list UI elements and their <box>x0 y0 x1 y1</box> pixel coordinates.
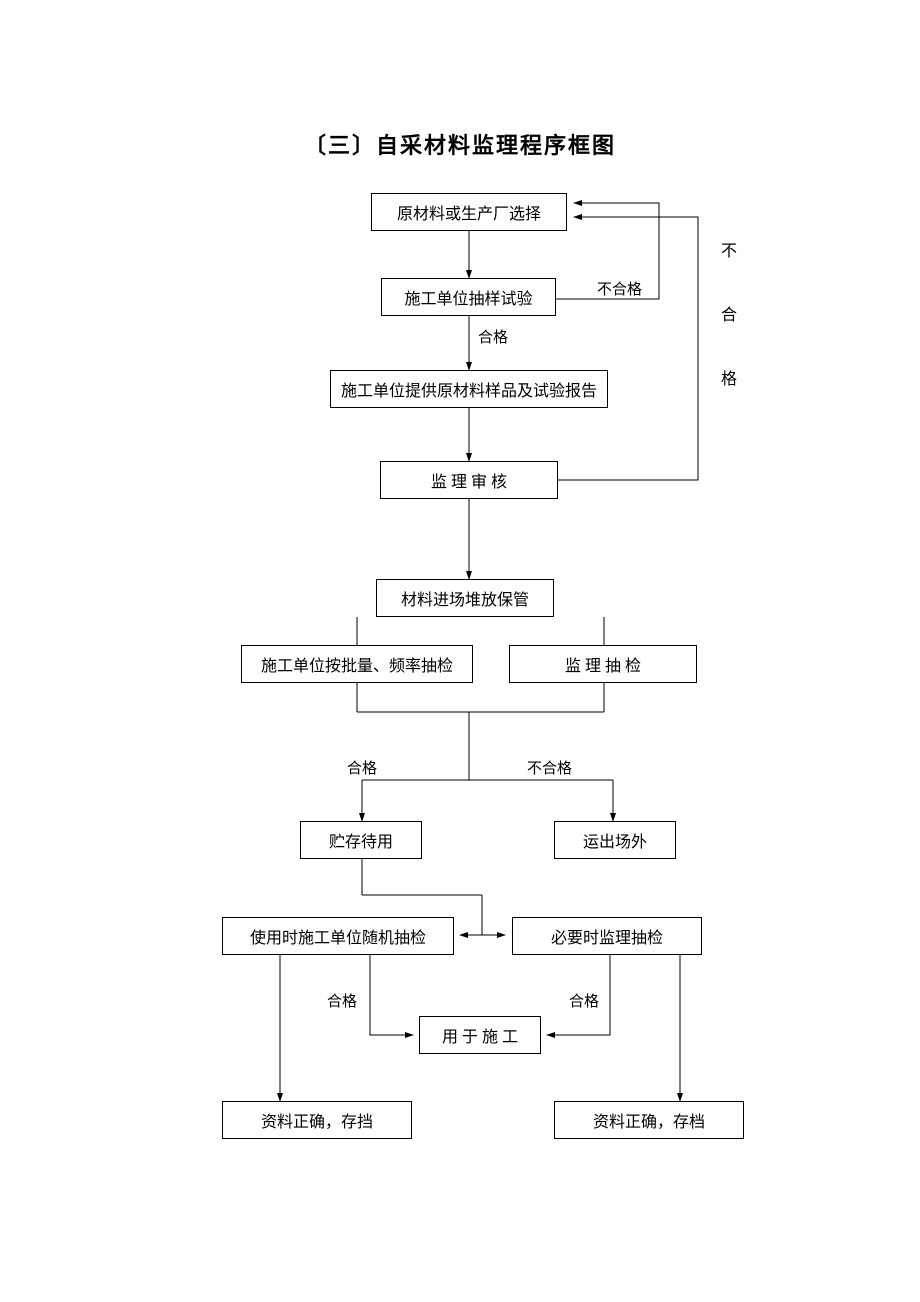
node-sample-test: 施工单位抽样试验 <box>381 278 556 316</box>
node-supervise-review: 监 理 审 核 <box>380 461 558 499</box>
diagram-title: 〔三〕自采材料监理程序框图 <box>0 128 920 160</box>
node-material-storage: 材料进场堆放保管 <box>376 579 554 617</box>
label-fail-side: 不 合 格 <box>718 242 734 408</box>
node-batch-inspect: 施工单位按批量、频率抽检 <box>241 645 473 683</box>
label-pass-3: 合格 <box>325 990 359 1011</box>
label-fail-1: 不合格 <box>595 278 644 299</box>
node-use-construction: 用 于 施 工 <box>419 1016 541 1054</box>
node-ship-out: 运出场外 <box>554 821 676 859</box>
node-necessary-inspect: 必要时监理抽检 <box>512 917 702 955</box>
node-store-pending: 贮存待用 <box>300 821 422 859</box>
node-archive-right: 资料正确，存档 <box>554 1101 744 1139</box>
label-pass-2: 合格 <box>345 757 379 778</box>
label-pass-4: 合格 <box>567 990 601 1011</box>
label-pass-1: 合格 <box>476 326 510 347</box>
node-provide-report: 施工单位提供原材料样品及试验报告 <box>330 370 608 408</box>
node-supervise-inspect: 监 理 抽 检 <box>509 645 697 683</box>
node-random-inspect: 使用时施工单位随机抽检 <box>222 917 454 955</box>
label-fail-2: 不合格 <box>525 757 574 778</box>
node-raw-material-select: 原材料或生产厂选择 <box>371 193 567 231</box>
node-archive-left: 资料正确，存挡 <box>222 1101 412 1139</box>
